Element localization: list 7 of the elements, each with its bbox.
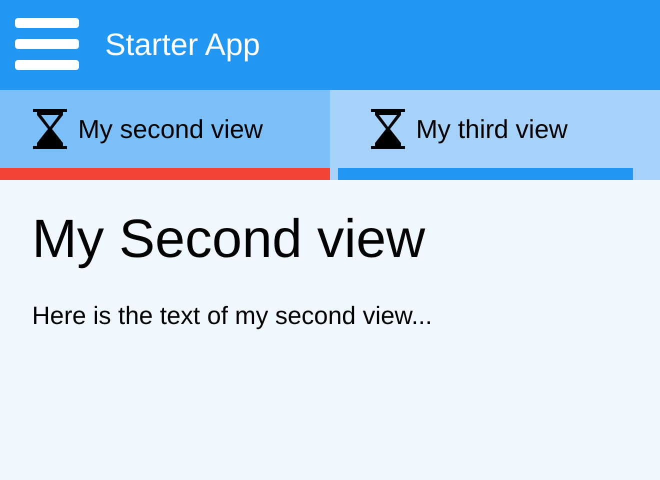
menu-icon[interactable]	[15, 18, 79, 72]
view-text: Here is the text of my second view...	[32, 302, 434, 331]
hourglass-icon	[32, 109, 68, 149]
view-heading: My Second view	[32, 208, 426, 270]
app-title: Starter App	[105, 27, 260, 63]
hourglass-icon	[370, 109, 406, 149]
tab[interactable]: My second view	[0, 90, 330, 180]
